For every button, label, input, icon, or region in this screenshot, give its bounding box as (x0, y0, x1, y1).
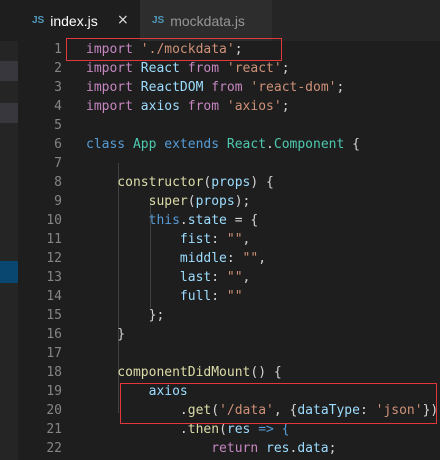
line-number: 18 (46, 365, 62, 380)
tab-label: mockdata.js (170, 12, 245, 29)
line-number: 6 (54, 137, 62, 152)
line-number: 7 (54, 156, 62, 171)
javascript-file-icon: JS (32, 15, 45, 26)
code-line-9: super(props); (86, 194, 251, 209)
line-number: 13 (46, 270, 62, 285)
tab-mockdata-js[interactable]: JS mockdata.js (140, 0, 272, 41)
code-line-3: import ReactDOM from 'react-dom'; (86, 80, 345, 95)
sidebar-selected-row[interactable] (0, 61, 18, 81)
explorer-sidebar-edge (0, 41, 18, 460)
code-line-6: class App extends React.Component { (86, 137, 360, 152)
line-number: 22 (46, 441, 62, 456)
code-line-15: }; (86, 308, 165, 323)
code-line-11: fist: "", (86, 232, 251, 247)
line-number: 9 (54, 194, 62, 209)
sidebar-row[interactable] (0, 103, 18, 123)
line-number: 20 (46, 403, 62, 418)
code-line-4: import axios from 'axios'; (86, 99, 290, 114)
code-line-22: return res.data; (86, 441, 337, 456)
line-number: 5 (54, 118, 62, 133)
sidebar-active-row[interactable] (0, 261, 18, 283)
tab-label: index.js (50, 12, 98, 29)
line-number: 2 (54, 61, 62, 76)
code-line-16: } (86, 327, 126, 342)
code-line-14: full: "" (86, 289, 243, 304)
highlight-box-import-mockdata (66, 38, 282, 61)
line-number: 12 (46, 251, 62, 266)
line-number: 8 (54, 175, 62, 190)
highlight-box-axios-get (120, 383, 437, 424)
line-number: 14 (46, 289, 62, 304)
line-number: 17 (46, 346, 62, 361)
line-number: 21 (46, 422, 62, 437)
line-number: 16 (46, 327, 62, 342)
line-number: 15 (46, 308, 62, 323)
line-number: 11 (46, 232, 62, 247)
line-number: 4 (54, 99, 62, 114)
code-line-13: last: "", (86, 270, 251, 285)
editor-tab-bar: JS index.js × JS mockdata.js (0, 0, 440, 41)
line-number: 10 (46, 213, 62, 228)
line-number: 19 (46, 384, 62, 399)
code-line-8: constructor(props) { (86, 175, 274, 190)
tab-index-js[interactable]: JS index.js × (0, 0, 140, 41)
code-line-18: componentDidMount() { (86, 365, 282, 380)
code-line-10: this.state = { (86, 213, 259, 228)
code-line-2: import React from 'react'; (86, 61, 290, 76)
close-icon[interactable]: × (117, 12, 129, 28)
line-number: 1 (54, 42, 62, 57)
javascript-file-icon: JS (152, 15, 165, 26)
code-line-12: middle: "", (86, 251, 267, 266)
line-number: 3 (54, 80, 62, 95)
